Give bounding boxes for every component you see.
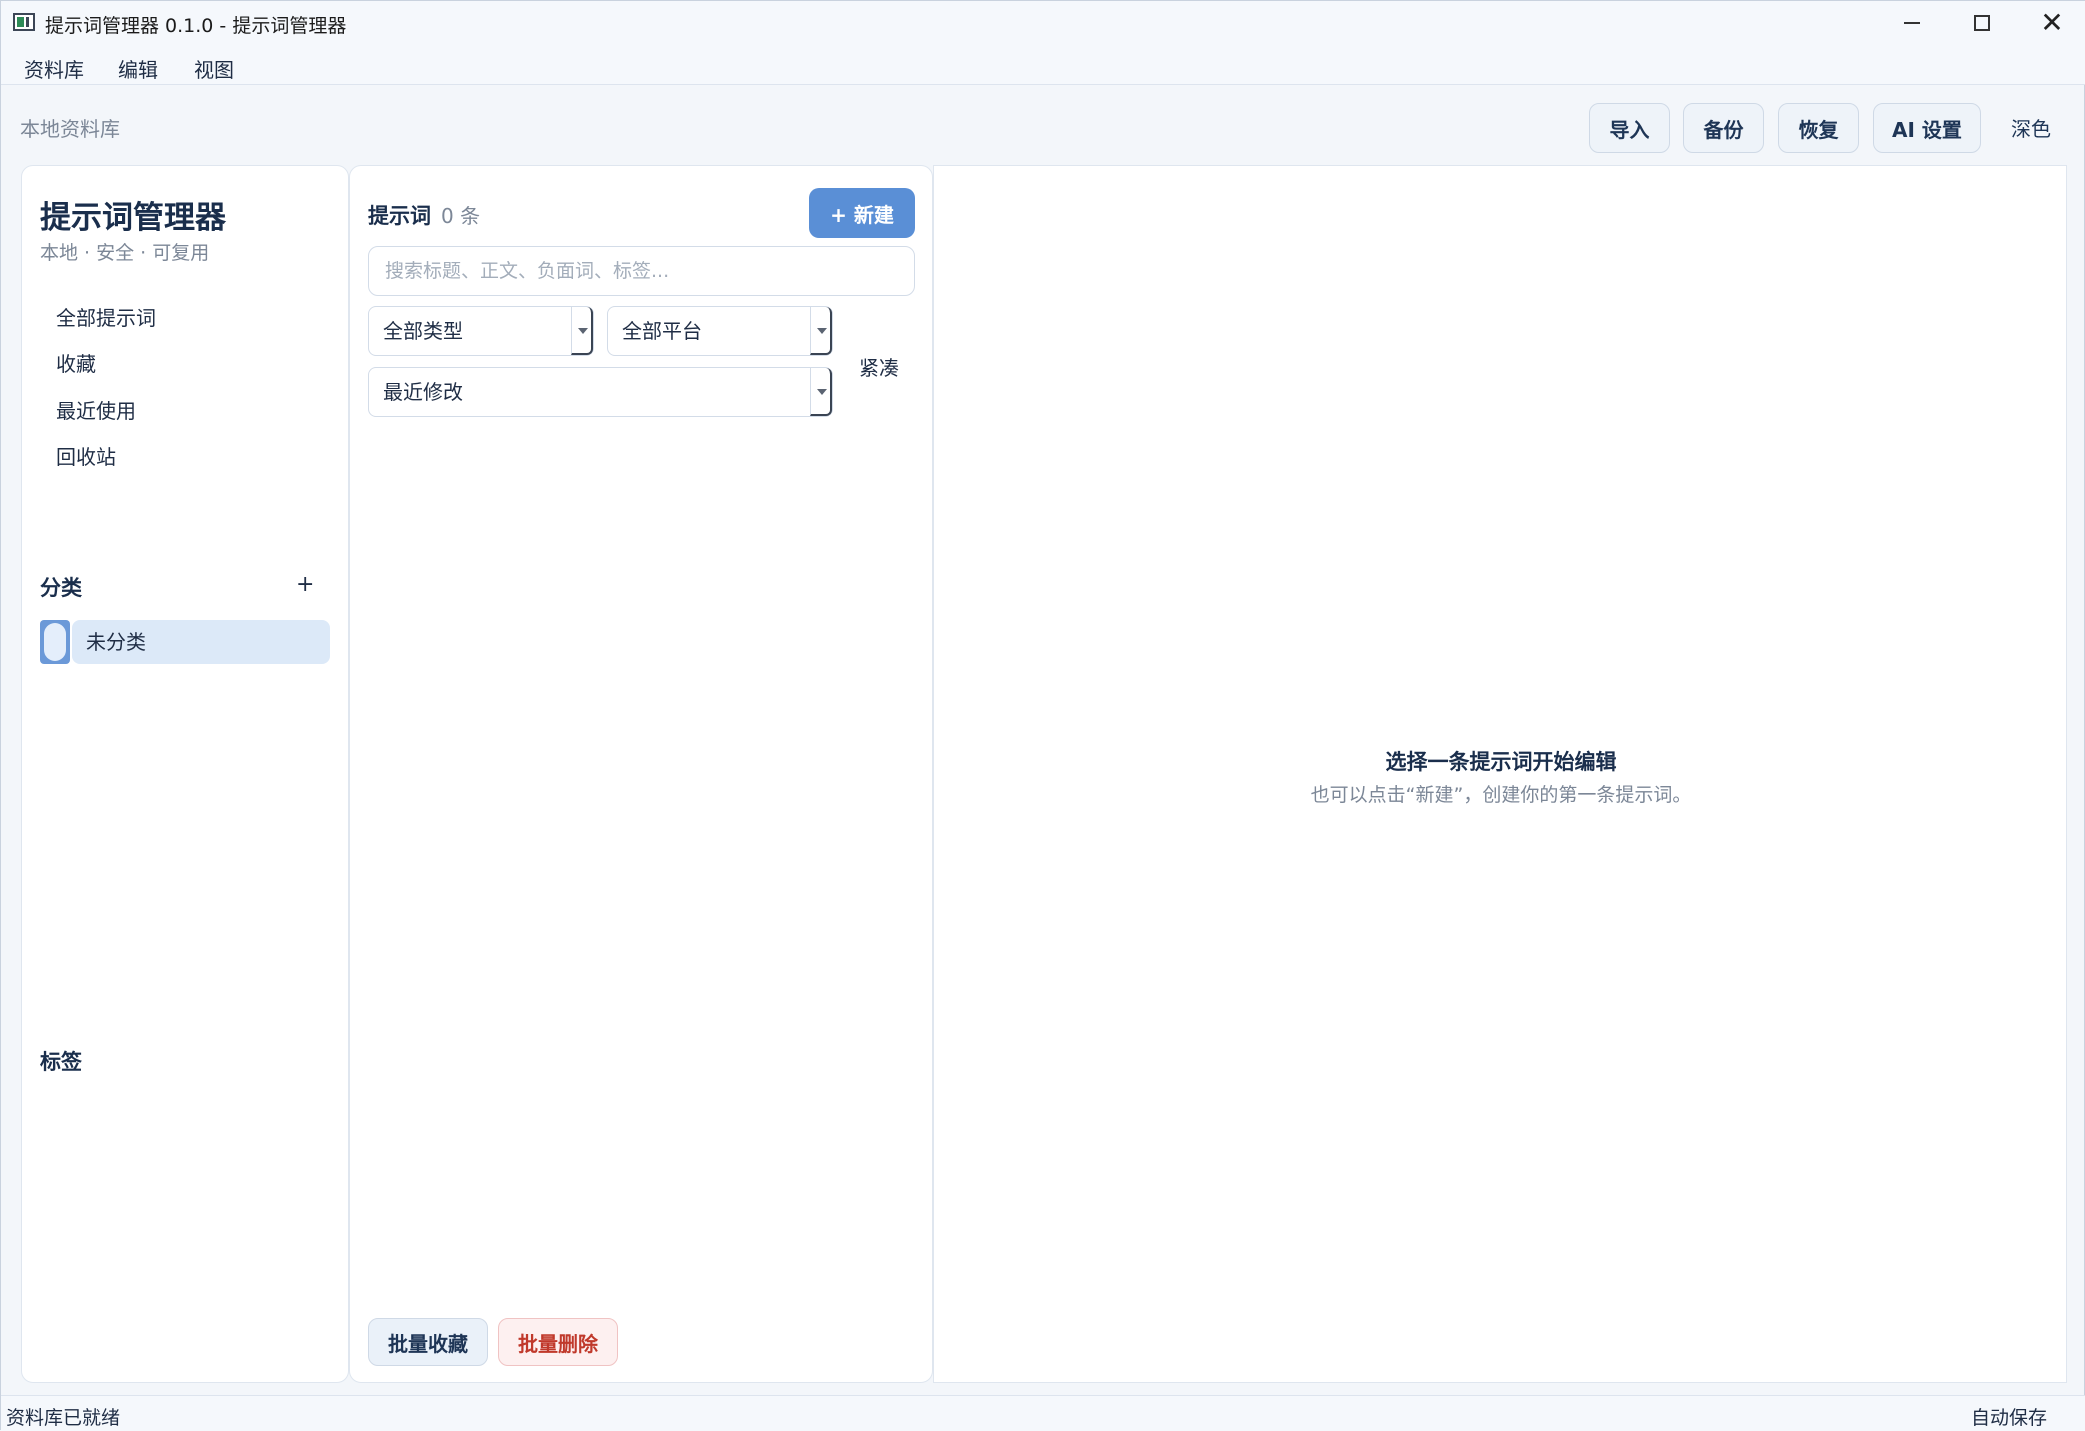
categories-title: 分类: [40, 576, 82, 600]
minimize-icon: [1904, 22, 1920, 24]
platform-filter-select[interactable]: 全部平台: [607, 306, 833, 356]
platform-filter-value: 全部平台: [622, 319, 702, 343]
menu-bar: 资料库 编辑 视图: [1, 45, 2085, 85]
nav-recent[interactable]: 最近使用: [56, 395, 136, 424]
tags-title: 标签: [40, 1050, 82, 1074]
brand-title: 提示词管理器: [40, 200, 226, 236]
toolbar: 本地资料库 导入 备份 恢复 AI 设置 深色: [1, 85, 2085, 165]
chevron-down-icon: [810, 368, 832, 416]
category-color-chip: [40, 620, 70, 664]
ai-settings-button[interactable]: AI 设置: [1873, 103, 1981, 153]
menu-library[interactable]: 资料库: [24, 54, 84, 83]
nav-favorites[interactable]: 收藏: [56, 348, 96, 377]
restore-button[interactable]: 恢复: [1778, 103, 1859, 153]
menu-view[interactable]: 视图: [194, 54, 234, 83]
brand-subtitle: 本地 · 安全 · 可复用: [40, 242, 210, 264]
batch-delete-button[interactable]: 批量删除: [498, 1318, 618, 1366]
sidebar: 提示词管理器 本地 · 安全 · 可复用 全部提示词 收藏 最近使用 回收站 分…: [21, 165, 349, 1383]
chevron-down-icon: [571, 307, 593, 355]
app-window: 提示词管理器 0.1.0 - 提示词管理器 ✕ 资料库 编辑 视图 本地资料库 …: [0, 0, 2085, 1431]
type-filter-value: 全部类型: [383, 319, 463, 343]
minimize-button[interactable]: [1877, 1, 1947, 45]
status-bar: 资料库已就绪 自动保存: [1, 1395, 2085, 1431]
status-message: 资料库已就绪: [6, 1407, 121, 1429]
maximize-icon: [1974, 15, 1990, 31]
category-uncategorized[interactable]: 未分类: [72, 620, 330, 664]
category-row[interactable]: 未分类: [40, 620, 330, 664]
dark-theme-toggle[interactable]: 深色: [2011, 113, 2051, 142]
window-title: 提示词管理器 0.1.0 - 提示词管理器: [45, 15, 347, 37]
title-bar: 提示词管理器 0.1.0 - 提示词管理器 ✕: [1, 1, 2085, 45]
app-icon: [13, 13, 35, 31]
backup-button[interactable]: 备份: [1683, 103, 1764, 153]
maximize-button[interactable]: [1947, 1, 2017, 45]
new-prompt-button[interactable]: + 新建: [809, 188, 915, 238]
prompt-list-panel: 提示词 0 条 + 新建 全部类型 全部平台 最近修改 紧凑 批量收藏 批量删除: [349, 165, 933, 1383]
add-category-button[interactable]: +: [296, 572, 314, 597]
close-button[interactable]: ✕: [2017, 1, 2085, 45]
nav-all-prompts[interactable]: 全部提示词: [56, 302, 156, 331]
list-title: 提示词: [368, 204, 431, 228]
menu-edit[interactable]: 编辑: [118, 54, 158, 83]
editor-panel: 选择一条提示词开始编辑 也可以点击“新建”，创建你的第一条提示词。: [933, 165, 2067, 1383]
search-input[interactable]: [368, 246, 915, 296]
close-icon: ✕: [2040, 6, 2064, 39]
type-filter-select[interactable]: 全部类型: [368, 306, 594, 356]
autosave-status: 自动保存: [1971, 1407, 2048, 1429]
batch-favorite-button[interactable]: 批量收藏: [368, 1318, 488, 1366]
import-button[interactable]: 导入: [1589, 103, 1670, 153]
empty-state-subtitle: 也可以点击“新建”，创建你的第一条提示词。: [1310, 784, 1692, 806]
sort-value: 最近修改: [383, 380, 463, 404]
prompt-count: 0 条: [441, 204, 481, 228]
nav-trash[interactable]: 回收站: [56, 441, 116, 470]
chevron-down-icon: [810, 307, 832, 355]
library-label: 本地资料库: [20, 117, 120, 141]
empty-state-title: 选择一条提示词开始编辑: [1385, 750, 1617, 774]
compact-toggle[interactable]: 紧凑: [859, 352, 899, 381]
sort-select[interactable]: 最近修改: [368, 367, 833, 417]
